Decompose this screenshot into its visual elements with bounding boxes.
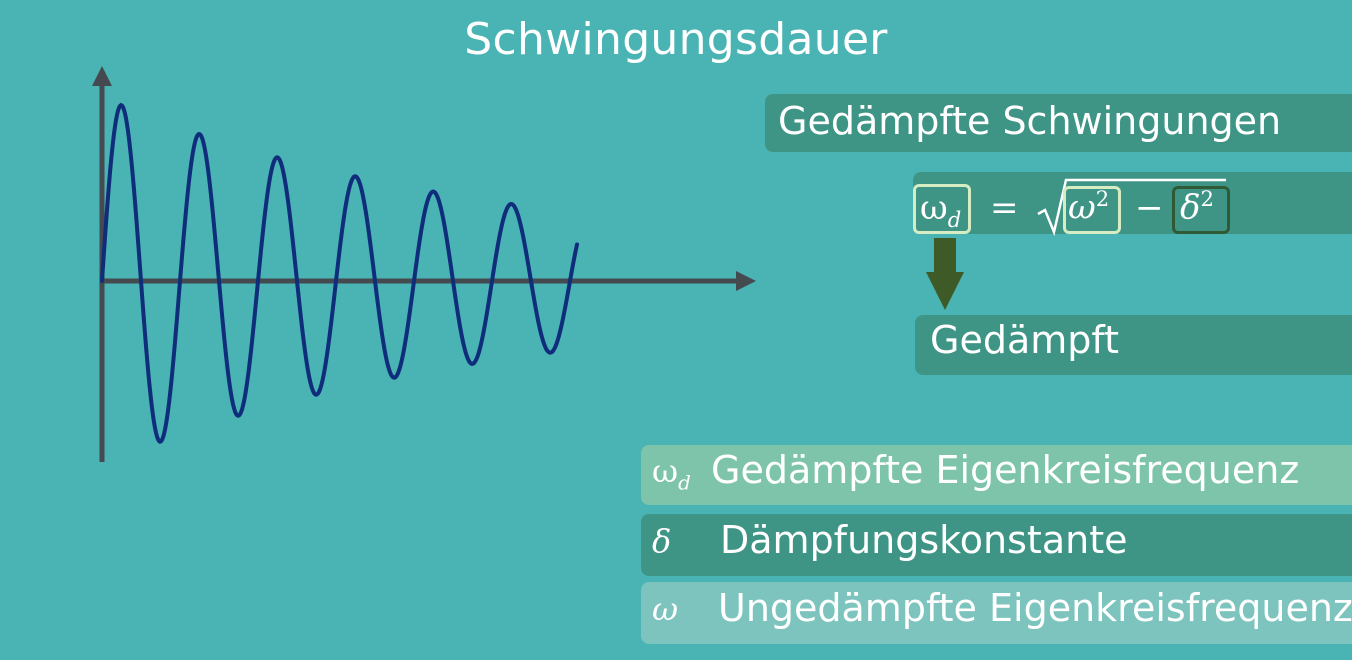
legend-item-omega-d-symbol: ωd [652, 452, 691, 495]
damped-oscillation-plot [92, 66, 756, 462]
legend-item-delta-symbol: δ [652, 522, 672, 560]
heading-label: Gedämpfte Schwingungen [778, 99, 1282, 143]
formula-minus: − [1135, 188, 1164, 228]
damped-wave [100, 102, 579, 444]
legend-item-omega-symbol: ω [652, 590, 679, 628]
x-axis-arrow-icon [736, 271, 756, 291]
result-label: Gedämpft [930, 318, 1119, 362]
formula-equals: = [990, 188, 1019, 228]
legend-item-omega-text: Ungedämpfte Eigenkreisfrequenz [718, 586, 1352, 630]
legend-item-delta-text: Dämpfungskonstante [720, 518, 1128, 562]
y-axis-arrow-icon [92, 66, 112, 86]
down-arrow-icon [926, 238, 964, 310]
formula-omega-squared: ω2 [1068, 186, 1110, 228]
formula-delta-squared: δ2 [1180, 186, 1214, 228]
legend-item-omega-d-text: Gedämpfte Eigenkreisfrequenz [711, 448, 1300, 492]
formula-lhs: ωd [920, 188, 962, 232]
